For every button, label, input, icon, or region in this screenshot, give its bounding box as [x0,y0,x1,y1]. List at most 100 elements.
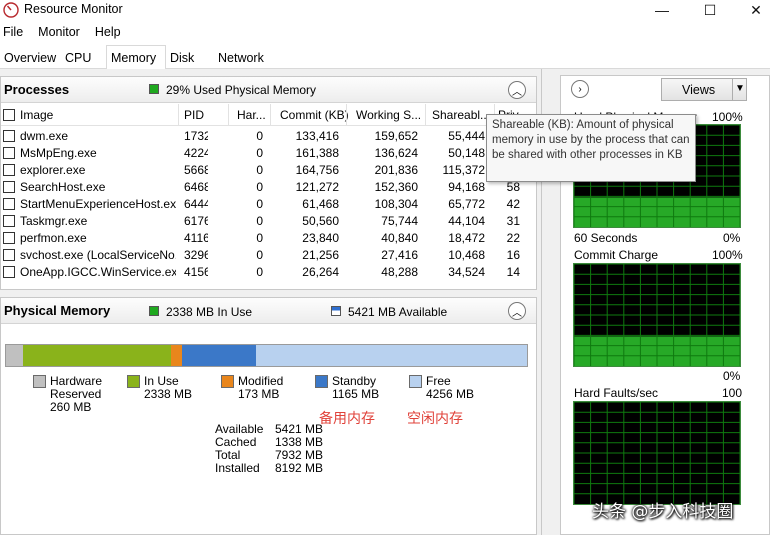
stat-installed-value: 8192 MB [275,461,324,475]
graph-commit-charge [573,263,741,367]
cell-commit: 21,256 [302,248,339,262]
cell-working-set: 152,360 [374,180,418,194]
table-row[interactable]: OneApp.IGCC.WinService.exe 4156 0 26,264 48,… [1,264,534,281]
table-row[interactable]: explorer.exe 5668 0 164,756 201,836 115,372 [1,162,534,179]
column-pid[interactable]: PID [184,108,204,122]
cell-hard-faults: 0 [256,180,263,194]
in-use-swatch [127,375,140,388]
processes-header[interactable]: Processes 29% Used Physical Memory ︿ [1,77,536,103]
cell-commit: 164,756 [295,163,339,177]
bar-hardware-reserved [6,345,23,366]
cell-private: 14 [506,265,520,279]
menu-file[interactable]: File [0,23,29,43]
cell-working-set: 40,840 [381,231,418,245]
expand-graphs-button[interactable]: › [571,80,589,98]
tab-disk[interactable]: Disk [166,47,198,69]
standby-swatch [315,375,328,388]
cell-pid: 4224 [184,146,208,160]
maximize-button[interactable]: ☐ [687,0,733,20]
column-image[interactable]: Image [20,108,53,122]
row-checkbox[interactable] [3,249,15,261]
row-checkbox[interactable] [3,266,15,278]
bar-standby [182,345,257,366]
close-button[interactable]: ✕ [733,0,770,20]
tab-overview[interactable]: Overview [0,47,60,69]
row-checkbox[interactable] [3,215,15,227]
graph-hard-faults-title: Hard Faults/sec [574,386,659,400]
views-label: Views [682,83,716,97]
menu-help[interactable]: Help [92,23,127,43]
standby-value: 1165 MB [332,387,380,401]
column-commit[interactable]: Commit (KB) [280,108,349,122]
resource-monitor-icon [3,2,19,18]
dropdown-arrow-icon: ▼ [735,83,745,94]
table-row[interactable]: MsMpEng.exe 4224 0 161,388 136,624 50,148 [1,145,534,162]
cell-shareable: 34,524 [448,265,485,279]
processes-table-header: Image PID Har... Commit (KB) Working S..… [1,104,534,126]
views-button[interactable]: Views ▼ [661,78,747,101]
cell-image: SearchHost.exe [20,180,106,194]
cell-shareable: 10,468 [448,248,485,262]
row-checkbox[interactable] [3,198,15,210]
column-tooltip: Shareable (KB): Amount of physical memor… [486,114,696,182]
cell-hard-faults: 0 [256,129,263,143]
chevron-up-icon: ︿ [512,307,522,319]
table-row[interactable]: StartMenuExperienceHost.exe 6444 0 61,468 10… [1,196,534,213]
cell-shareable: 65,772 [448,197,485,211]
cell-shareable: 50,148 [448,146,485,160]
close-icon: ✕ [750,1,762,18]
tab-network[interactable]: Network [214,47,268,69]
row-checkbox[interactable] [3,164,15,176]
processes-panel: Processes 29% Used Physical Memory ︿ Ima… [0,76,537,290]
cell-image: MsMpEng.exe [20,146,97,160]
row-checkbox[interactable] [3,147,15,159]
row-checkbox[interactable] [3,232,15,244]
hardware-reserved-swatch [33,375,46,388]
cell-shareable: 55,444 [448,129,485,143]
window-title: Resource Monitor [24,2,123,16]
graph-hard-faults [573,401,741,505]
cell-commit: 161,388 [295,146,339,160]
select-all-checkbox[interactable] [3,109,15,121]
cell-shareable: 44,104 [448,214,485,228]
processes-collapse-button[interactable]: ︿ [508,81,526,99]
table-row[interactable]: perfmon.exe 4116 0 23,840 40,840 18,472 22 [1,230,534,247]
cell-hard-faults: 0 [256,197,263,211]
hardware-reserved-value: 260 MB [50,400,92,414]
memory-usage-bar [5,344,528,367]
cell-working-set: 201,836 [374,163,418,177]
tab-cpu[interactable]: CPU [61,47,95,69]
row-checkbox[interactable] [3,181,15,193]
cell-image: StartMenuExperienceHost.exe [20,197,176,211]
cell-private: 42 [506,197,520,211]
cell-pid: 6444 [184,197,208,211]
tab-memory[interactable]: Memory [106,45,166,70]
physical-memory-collapse-button[interactable]: ︿ [508,302,526,320]
table-row[interactable]: dwm.exe 1732 0 133,416 159,652 55,444 [1,128,534,145]
table-row[interactable]: svchost.exe (LocalServiceNo... 3296 0 21,25… [1,247,534,264]
cell-pid: 3296 [184,248,208,262]
stat-installed-label: Installed [215,461,260,475]
table-row[interactable]: Taskmgr.exe 6176 0 50,560 75,744 44,104 31 [1,213,534,230]
column-hard-faults[interactable]: Har... [237,108,269,122]
cell-commit: 61,468 [302,197,339,211]
cell-image: explorer.exe [20,163,86,177]
processes-summary: 29% Used Physical Memory [166,83,317,97]
column-separator [228,104,229,126]
column-shareable[interactable]: Shareabl... [432,108,492,122]
cell-working-set: 75,744 [381,214,418,228]
cell-shareable: 18,472 [448,231,485,245]
row-checkbox[interactable] [3,130,15,142]
cell-image: perfmon.exe [20,231,87,245]
cell-pid: 4116 [184,231,208,245]
cell-working-set: 159,652 [374,129,418,143]
cell-image: Taskmgr.exe [20,214,88,228]
bar-in-use [22,345,172,366]
cell-commit: 121,272 [295,180,339,194]
watermark: 头条 @步入科技圈 [592,502,734,522]
minimize-button[interactable]: — [639,0,685,20]
physical-memory-header[interactable]: Physical Memory 2338 MB In Use 5421 MB A… [1,298,536,324]
menu-monitor[interactable]: Monitor [35,23,86,43]
column-working-set[interactable]: Working S... [356,108,422,122]
table-row[interactable]: SearchHost.exe 6468 0 121,272 152,360 94,168 5… [1,179,534,196]
